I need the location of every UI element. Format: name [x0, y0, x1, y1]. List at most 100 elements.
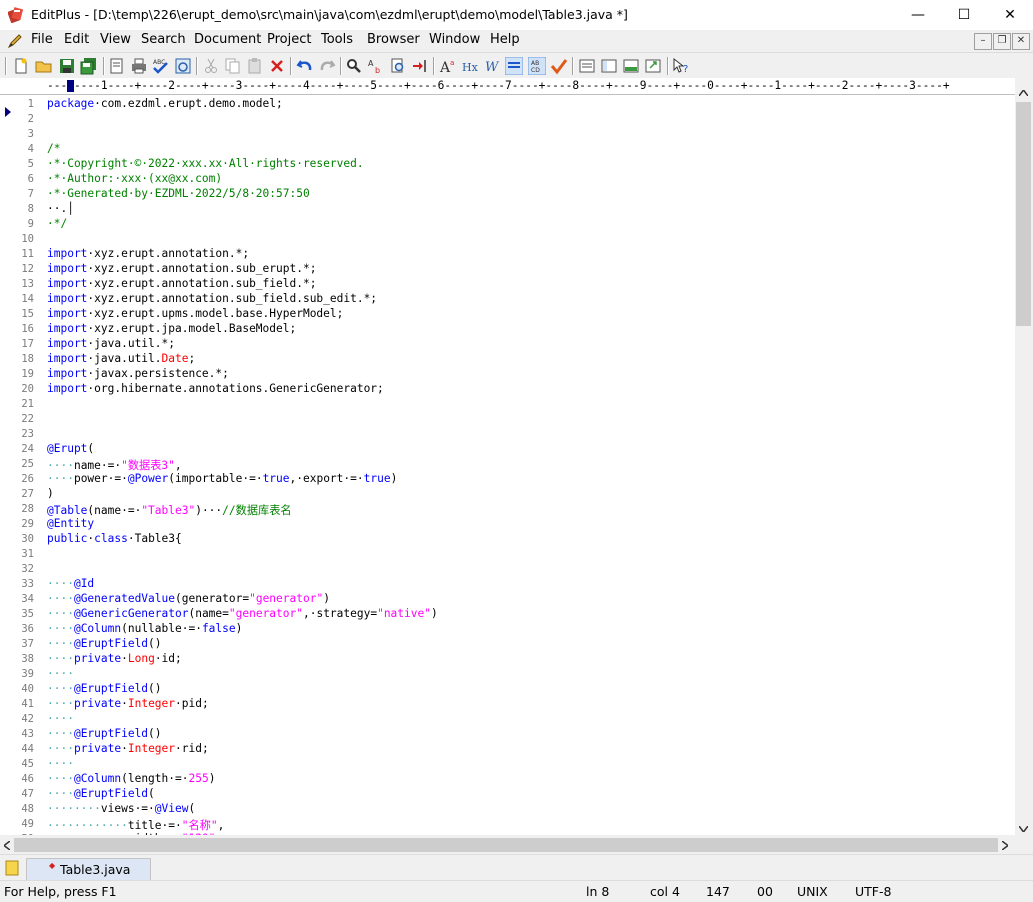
close-button[interactable]: ✕: [987, 0, 1033, 30]
code-line[interactable]: ········views·=·@View(: [47, 802, 195, 815]
code-line[interactable]: ····: [47, 667, 74, 680]
delete-icon[interactable]: [268, 57, 286, 75]
fullscreen-icon[interactable]: [644, 57, 662, 75]
mdi-close-button[interactable]: ✕: [1012, 33, 1030, 50]
print-icon[interactable]: [130, 57, 148, 75]
output-window-icon[interactable]: [622, 57, 640, 75]
undo-icon[interactable]: [296, 57, 314, 75]
directory-window-icon[interactable]: [600, 57, 618, 75]
horizontal-scrollbar[interactable]: [0, 836, 1015, 854]
paste-icon[interactable]: [246, 57, 264, 75]
vertical-scroll-thumb[interactable]: [1016, 102, 1031, 326]
tab-table3-java[interactable]: ◆ Table3.java: [26, 858, 151, 882]
menu-document[interactable]: Document: [194, 32, 261, 47]
scroll-left-icon[interactable]: [4, 841, 10, 850]
code-line[interactable]: ····@EruptField(): [47, 682, 162, 695]
menu-browser[interactable]: Browser: [367, 32, 420, 47]
cliptext-icon[interactable]: [578, 57, 596, 75]
code-line[interactable]: import·xyz.erupt.annotation.sub_erupt.*;: [47, 262, 316, 275]
code-line[interactable]: import·xyz.erupt.jpa.model.BaseModel;: [47, 322, 296, 335]
menu-view[interactable]: View: [100, 32, 131, 47]
horizontal-scroll-thumb[interactable]: [14, 838, 998, 852]
mdi-minimize-button[interactable]: –: [974, 33, 992, 50]
new-file-icon[interactable]: [12, 57, 30, 75]
code-line[interactable]: @Entity: [47, 517, 94, 530]
hex-view-icon[interactable]: Hx: [461, 57, 479, 75]
browser-preview-icon[interactable]: [174, 57, 192, 75]
ruler-toggle-icon[interactable]: [505, 57, 523, 75]
menu-help[interactable]: Help: [490, 32, 520, 47]
code-line[interactable]: ····@Id: [47, 577, 94, 590]
code-line[interactable]: ····@Column(length·=·255): [47, 772, 215, 785]
scroll-right-icon[interactable]: [1002, 841, 1008, 850]
scroll-down-icon[interactable]: [1019, 826, 1028, 832]
document-selector-icon[interactable]: [5, 860, 19, 876]
code-line[interactable]: ·*·Generated·by·EZDML·2022/5/8·20:57:50: [47, 187, 310, 200]
code-line[interactable]: ····: [47, 757, 74, 770]
code-line[interactable]: import·java.util.*;: [47, 337, 175, 350]
code-editor[interactable]: 1 package·com.ezdml.erupt.demo.model; 2 3 4/…: [0, 95, 1015, 835]
font-icon[interactable]: Aa: [439, 57, 457, 75]
word-wrap-icon[interactable]: W: [483, 57, 501, 75]
menu-tools[interactable]: Tools: [321, 32, 353, 47]
code-line[interactable]: import·xyz.erupt.annotation.sub_field.*;: [47, 277, 316, 290]
code-line[interactable]: @Erupt(: [47, 442, 94, 455]
find-icon[interactable]: [345, 57, 363, 75]
code-line[interactable]: ····@Column(nullable·=·false): [47, 622, 242, 635]
mdi-restore-button[interactable]: ❐: [993, 33, 1011, 50]
svg-text:AB: AB: [531, 60, 539, 67]
code-line[interactable]: ····@GenericGenerator(name="generator",·…: [47, 607, 438, 620]
code-line[interactable]: ·*/: [47, 217, 67, 230]
code-line[interactable]: ····name·=·"数据表3",: [47, 457, 182, 473]
code-line[interactable]: import·javax.persistence.*;: [47, 367, 229, 380]
code-line[interactable]: ············title·=·"名称",: [47, 817, 224, 833]
menu-search[interactable]: Search: [141, 32, 186, 47]
vertical-scrollbar[interactable]: [1015, 86, 1033, 837]
code-line[interactable]: ····private·Long·id;: [47, 652, 182, 665]
print-preview-icon[interactable]: [108, 57, 126, 75]
replace-icon[interactable]: Ab: [367, 57, 385, 75]
code-line[interactable]: import·xyz.erupt.annotation.sub_field.su…: [47, 292, 377, 305]
save-all-icon[interactable]: [80, 57, 98, 75]
redo-icon[interactable]: [318, 57, 336, 75]
scroll-up-icon[interactable]: [1019, 90, 1028, 96]
code-line[interactable]: ·*·Copyright·©·2022·xxx.xx·All·rights·re…: [47, 157, 364, 170]
check-mark-icon[interactable]: [550, 57, 568, 75]
code-line[interactable]: ····private·Integer·rid;: [47, 742, 209, 755]
open-folder-icon[interactable]: [35, 57, 53, 75]
menu-window[interactable]: Window: [429, 32, 480, 47]
line-number-toggle-icon[interactable]: ABCD: [528, 57, 546, 75]
code-line[interactable]: @Table(name·=·"Table3")···//数据库表名: [47, 502, 292, 518]
code-line[interactable]: ····@EruptField(): [47, 637, 162, 650]
find-in-files-icon[interactable]: [389, 57, 407, 75]
code-line[interactable]: ····@EruptField(: [47, 787, 155, 800]
code-line[interactable]: public·class·Table3{: [47, 532, 182, 545]
cut-icon[interactable]: [202, 57, 220, 75]
code-line[interactable]: ····@GeneratedValue(generator="generator…: [47, 592, 330, 605]
code-line[interactable]: /*: [47, 142, 60, 155]
code-line[interactable]: ····@EruptField(): [47, 727, 162, 740]
code-line[interactable]: ············width·=·"120",: [47, 832, 222, 835]
line-number: 16: [21, 323, 34, 335]
goto-line-icon[interactable]: [411, 57, 429, 75]
code-line[interactable]: import·xyz.erupt.upms.model.base.HyperMo…: [47, 307, 343, 320]
menu-project[interactable]: Project: [267, 32, 311, 47]
code-line[interactable]: import·java.util.Date;: [47, 352, 195, 365]
save-icon[interactable]: [58, 57, 76, 75]
copy-icon[interactable]: [224, 57, 242, 75]
code-line[interactable]: import·org.hibernate.annotations.Generic…: [47, 382, 384, 395]
code-line[interactable]: package·com.ezdml.erupt.demo.model;: [47, 97, 283, 110]
maximize-button[interactable]: ☐: [941, 0, 987, 30]
context-help-icon[interactable]: ?: [672, 57, 690, 75]
menu-file[interactable]: File: [31, 32, 53, 47]
code-line[interactable]: ····power·=·@Power(importable·=·true,·ex…: [47, 472, 397, 485]
code-line[interactable]: ·*·Author:·xxx·(xx@xx.com): [47, 172, 222, 185]
menu-edit[interactable]: Edit: [64, 32, 89, 47]
code-line[interactable]: ····private·Integer·pid;: [47, 697, 209, 710]
code-line[interactable]: import·xyz.erupt.annotation.*;: [47, 247, 249, 260]
spell-check-icon[interactable]: ABC: [151, 57, 169, 75]
code-line[interactable]: ····: [47, 712, 74, 725]
minimize-button[interactable]: —: [895, 0, 941, 30]
code-line[interactable]: ··.│: [47, 202, 74, 215]
code-line[interactable]: ): [47, 487, 54, 500]
